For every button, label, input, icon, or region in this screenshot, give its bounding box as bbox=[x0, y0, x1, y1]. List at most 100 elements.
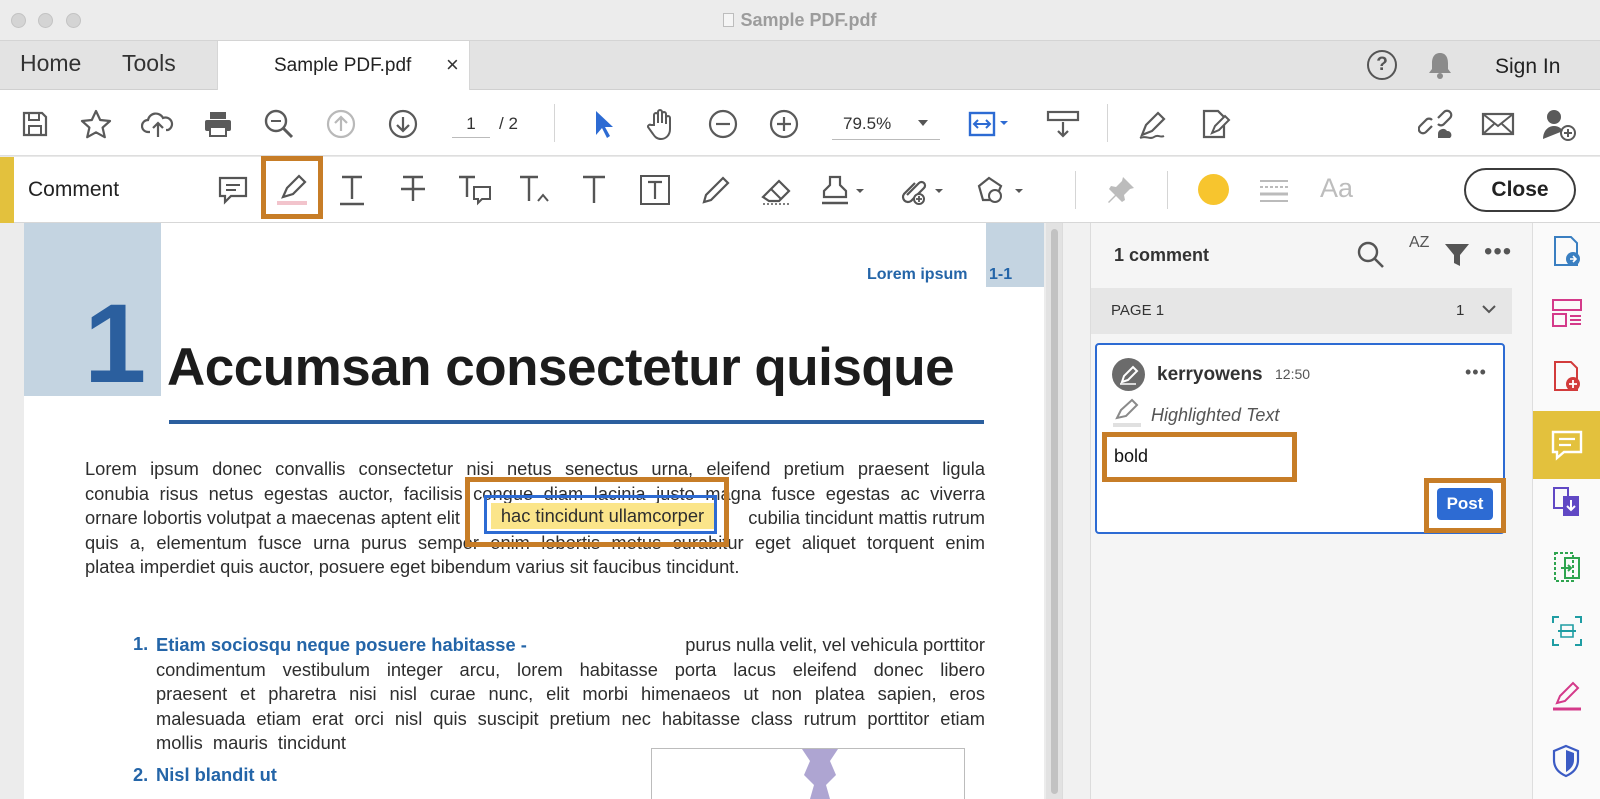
add-person-icon[interactable] bbox=[1541, 106, 1577, 142]
combine-files-icon[interactable] bbox=[1551, 485, 1583, 517]
edit-pdf-icon[interactable] bbox=[1198, 106, 1234, 142]
list-line-end: purus nulla velit, vel vehicula porttito… bbox=[685, 634, 985, 655]
line-weight-icon[interactable] bbox=[1255, 171, 1293, 209]
save-icon[interactable] bbox=[17, 106, 53, 142]
list-item-2-number: 2. bbox=[133, 764, 149, 785]
create-pdf-icon[interactable] bbox=[1551, 360, 1583, 392]
previous-page-icon[interactable] bbox=[323, 106, 359, 142]
fit-page-icon[interactable] bbox=[966, 106, 1012, 142]
annotation-orange-outline bbox=[465, 477, 729, 547]
stamp-icon[interactable] bbox=[818, 171, 868, 209]
help-icon[interactable]: ? bbox=[1367, 50, 1397, 80]
scrollbar-thumb[interactable] bbox=[1051, 229, 1058, 794]
color-picker-swatch[interactable] bbox=[1198, 174, 1229, 205]
comment-toolbar-divider bbox=[1167, 171, 1168, 209]
line-start: ornare lobortis volutpat a maecenas apte… bbox=[85, 507, 460, 528]
list-item-heading: Etiam sociosqu neque posuere habitasse - bbox=[156, 634, 527, 655]
add-note-to-text-icon[interactable] bbox=[455, 171, 493, 209]
tab-bar: Home Tools Sample PDF.pdf × ? Sign In bbox=[0, 41, 1600, 90]
close-tab-button[interactable]: × bbox=[446, 52, 459, 78]
eraser-icon[interactable] bbox=[758, 171, 796, 209]
shapes-icon[interactable] bbox=[975, 171, 1029, 209]
print-icon[interactable] bbox=[200, 106, 236, 142]
comment-toolbar-accent bbox=[0, 157, 14, 223]
protect-shield-icon[interactable] bbox=[1551, 744, 1583, 778]
hand-tool-icon[interactable] bbox=[643, 106, 679, 142]
highlight-text-icon[interactable] bbox=[273, 171, 311, 209]
insert-text-icon[interactable] bbox=[575, 171, 613, 209]
underline-text-icon[interactable] bbox=[333, 171, 371, 209]
main-toolbar: 1 / 2 79.5% bbox=[0, 90, 1600, 156]
toolbar-divider bbox=[1107, 104, 1108, 142]
home-tab[interactable]: Home bbox=[20, 50, 81, 77]
select-pointer-icon[interactable] bbox=[584, 106, 620, 142]
comment-card[interactable]: kerryowens 12:50 ••• Highlighted Text bo… bbox=[1095, 343, 1506, 534]
chevron-down-icon bbox=[918, 120, 928, 126]
email-icon[interactable] bbox=[1480, 106, 1516, 142]
comment-tool-active[interactable] bbox=[1533, 411, 1600, 479]
filter-icon[interactable] bbox=[1443, 241, 1471, 269]
sticky-note-icon[interactable] bbox=[214, 171, 252, 209]
attach-file-icon[interactable] bbox=[895, 171, 949, 209]
panel-gutter bbox=[1062, 223, 1090, 799]
scroll-mode-icon[interactable] bbox=[1045, 106, 1081, 142]
list-line: praesent et pharetra nisi nisl curae nun… bbox=[156, 683, 985, 704]
list-line: malesuada etiam erat orci nisl quis susc… bbox=[156, 707, 985, 729]
next-page-icon[interactable] bbox=[385, 106, 421, 142]
zoom-level-select[interactable]: 79.5% bbox=[832, 108, 940, 140]
page-total: / 2 bbox=[499, 114, 518, 133]
draw-pencil-icon[interactable] bbox=[697, 171, 735, 209]
replace-text-icon[interactable] bbox=[516, 171, 554, 209]
document-tab[interactable]: Sample PDF.pdf × bbox=[217, 41, 470, 90]
comment-input-outline bbox=[1102, 432, 1297, 482]
window-title: Sample PDF.pdf bbox=[0, 10, 1600, 31]
scan-ocr-icon[interactable] bbox=[1551, 615, 1583, 647]
chapter-number: 1 bbox=[84, 281, 146, 406]
pin-icon[interactable] bbox=[1102, 171, 1140, 209]
page-number-input[interactable]: 1 bbox=[452, 110, 490, 138]
comment-more-icon[interactable]: ••• bbox=[1465, 363, 1487, 381]
zoom-out-icon[interactable] bbox=[705, 106, 741, 142]
list-first-line: Etiam sociosqu neque posuere habitasse -… bbox=[156, 633, 985, 658]
zoom-search-icon[interactable] bbox=[261, 106, 297, 142]
export-pdf-icon[interactable] bbox=[1551, 235, 1583, 267]
line-end: cubilia tincidunt mattis rutrum bbox=[748, 507, 985, 528]
search-icon[interactable] bbox=[1356, 240, 1386, 270]
strikethrough-icon[interactable] bbox=[394, 171, 432, 209]
font-style-button[interactable]: Aa bbox=[1320, 173, 1353, 204]
close-comment-button[interactable]: Close bbox=[1464, 168, 1576, 212]
toolbar-divider bbox=[554, 104, 555, 142]
vertical-scrollbar[interactable] bbox=[1046, 223, 1062, 799]
comment-count: 1 comment bbox=[1114, 245, 1210, 265]
comment-toolbar-label: Comment bbox=[28, 178, 120, 201]
comment-toolbar: Comment Aa Close bbox=[0, 156, 1600, 223]
list-line: condimentum vestibulum integer arcu, lor… bbox=[156, 658, 985, 680]
comment-author: kerryowens bbox=[1157, 364, 1263, 385]
bell-icon[interactable] bbox=[1426, 50, 1454, 80]
compress-pdf-icon[interactable] bbox=[1551, 550, 1583, 582]
page-group-header[interactable]: PAGE 1 1 bbox=[1091, 288, 1512, 334]
sign-in-button[interactable]: Sign In bbox=[1495, 55, 1560, 79]
running-header-label: Lorem ipsum bbox=[867, 266, 968, 283]
comments-panel: 1 comment AZ ••• PAGE 1 1 kerryowens 12:… bbox=[1090, 223, 1532, 799]
sort-icon[interactable]: AZ bbox=[1409, 235, 1429, 251]
author-avatar bbox=[1112, 358, 1145, 391]
share-link-icon[interactable] bbox=[1418, 106, 1454, 142]
fill-sign-icon[interactable] bbox=[1136, 106, 1172, 142]
upload-cloud-icon[interactable] bbox=[140, 106, 176, 142]
organize-pages-icon[interactable] bbox=[1551, 297, 1583, 329]
more-options-icon[interactable]: ••• bbox=[1484, 240, 1512, 264]
page-group-count: 1 bbox=[1456, 302, 1465, 319]
document-viewer[interactable]: Lorem ipsum 1-1 1 Accumsan consectetur q… bbox=[0, 223, 1062, 799]
bookmark-star-icon[interactable] bbox=[78, 106, 114, 142]
fill-and-sign-icon[interactable] bbox=[1551, 681, 1583, 713]
tools-tab[interactable]: Tools bbox=[122, 50, 176, 77]
text-box-icon[interactable] bbox=[636, 171, 674, 209]
list-item-2-heading: Nisl blandit ut bbox=[156, 764, 277, 785]
zoom-in-icon[interactable] bbox=[766, 106, 802, 142]
comment-toolbar-divider bbox=[1075, 171, 1076, 209]
pdf-page: Lorem ipsum 1-1 1 Accumsan consectetur q… bbox=[24, 223, 1044, 799]
chevron-down-icon bbox=[1481, 302, 1497, 316]
list-item-1: Etiam sociosqu neque posuere habitasse -… bbox=[156, 633, 985, 756]
document-tab-label: Sample PDF.pdf bbox=[274, 55, 412, 76]
